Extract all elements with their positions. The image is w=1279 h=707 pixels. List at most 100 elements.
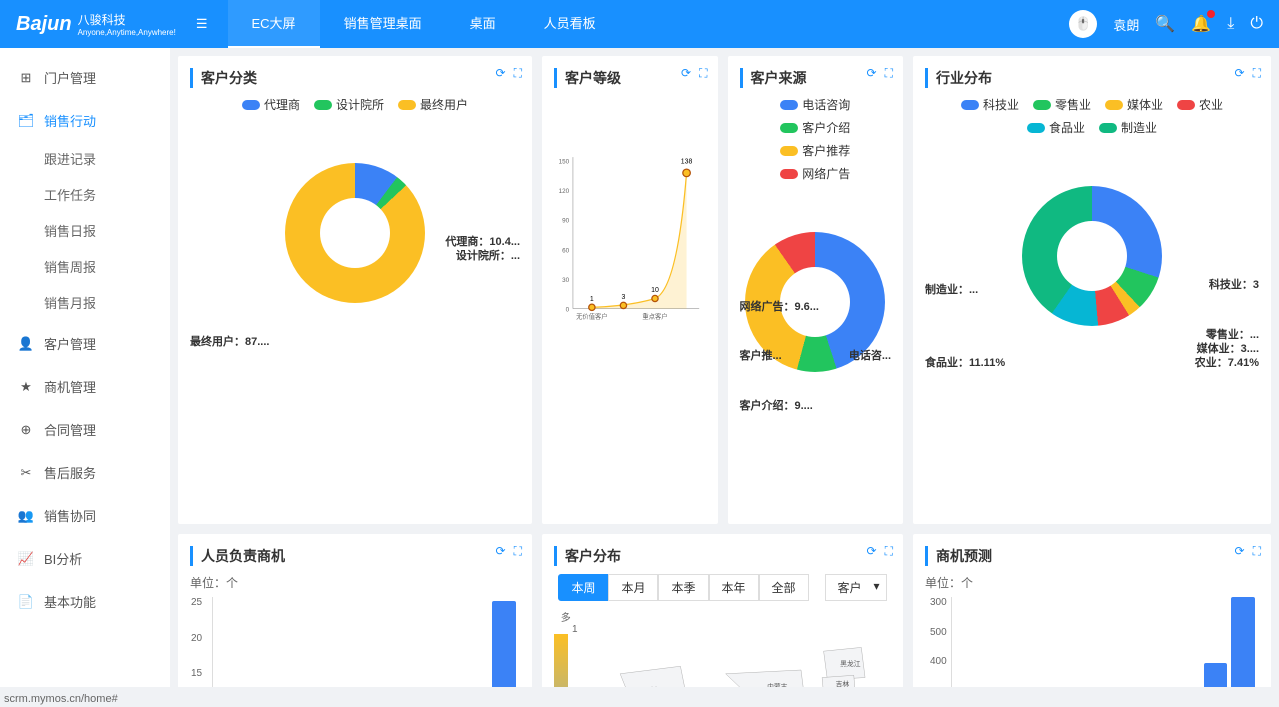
- refresh-icon[interactable]: ⟳: [867, 544, 877, 559]
- chart-label: 农业：7.41%: [1195, 354, 1259, 370]
- grad-max: 1: [572, 624, 578, 635]
- tab-people[interactable]: 人员看板: [520, 0, 620, 48]
- legend-label: 代理商: [264, 96, 300, 113]
- svg-text:150: 150: [559, 158, 570, 165]
- svg-text:90: 90: [562, 218, 570, 225]
- legend-label: 网络广告: [802, 165, 850, 182]
- sidebar-sub-daily[interactable]: 销售日报: [0, 214, 170, 250]
- seg-week[interactable]: 本周: [558, 574, 608, 601]
- legend-item[interactable]: 最终用户: [398, 96, 468, 113]
- header-right: 🖱️ 袁朗 🔍 🔔 ⤓ ⏻: [1069, 10, 1263, 38]
- sidebar-item-customer[interactable]: 👤客户管理: [0, 322, 170, 365]
- logo-text: Bajun: [16, 13, 72, 36]
- expand-icon[interactable]: ⛶: [885, 66, 893, 81]
- sidebar-item-sales-action[interactable]: 🗂销售行动: [0, 99, 170, 142]
- search-icon[interactable]: 🔍: [1155, 14, 1175, 34]
- sidebar-label: 售后服务: [44, 463, 96, 482]
- legend-item[interactable]: 科技业: [961, 96, 1019, 113]
- panel-title: 人员负责商机: [190, 546, 520, 566]
- expand-icon[interactable]: ⛶: [514, 66, 522, 81]
- sidebar-sub-follow[interactable]: 跟进记录: [0, 142, 170, 178]
- seg-year[interactable]: 本年: [709, 574, 759, 601]
- power-icon[interactable]: ⏻: [1250, 15, 1263, 33]
- expand-icon[interactable]: ⛶: [1253, 544, 1261, 559]
- tools-icon: ✂: [18, 465, 34, 481]
- refresh-icon[interactable]: ⟳: [1235, 544, 1245, 559]
- sidebar-label: 基本功能: [44, 592, 96, 611]
- seg-all[interactable]: 全部: [759, 574, 809, 601]
- legend-label: 农业: [1199, 96, 1223, 113]
- legend-item[interactable]: 零售业: [1033, 96, 1091, 113]
- bell-icon[interactable]: 🔔: [1191, 14, 1211, 34]
- chart-label: 制造业：...: [925, 281, 978, 297]
- bar-chart: 2520151050: [212, 597, 520, 687]
- header-tabs: EC大屏 销售管理桌面 桌面 人员看板: [228, 0, 620, 48]
- sidebar-item-portal[interactable]: ⊞门户管理: [0, 56, 170, 99]
- refresh-icon[interactable]: ⟳: [496, 544, 506, 559]
- sidebar-sub-task[interactable]: 工作任务: [0, 178, 170, 214]
- expand-icon[interactable]: ⛶: [885, 544, 893, 559]
- legend-label: 食品业: [1049, 119, 1085, 136]
- legend-item[interactable]: 农业: [1177, 96, 1223, 113]
- svg-text:无价值客户: 无价值客户: [576, 312, 607, 321]
- svg-text:1: 1: [590, 296, 594, 303]
- sidebar-label: BI分析: [44, 549, 82, 568]
- legend-label: 媒体业: [1127, 96, 1163, 113]
- sidebar-label: 合同管理: [44, 420, 96, 439]
- chart-label: 网络广告：9.6...: [740, 298, 819, 314]
- sidebar-item-business[interactable]: ★商机管理: [0, 365, 170, 408]
- donut-chart: 代理商：10.4... 设计院所：... 最终用户：87....: [190, 163, 520, 443]
- sidebar-item-contract[interactable]: ⊕合同管理: [0, 408, 170, 451]
- tab-sales-desktop[interactable]: 销售管理桌面: [320, 0, 446, 48]
- legend-label: 科技业: [983, 96, 1019, 113]
- legend-item[interactable]: 网络广告: [780, 165, 850, 182]
- legend-label: 制造业: [1121, 119, 1157, 136]
- panel-title: 商机预测: [925, 546, 1259, 566]
- legend-item[interactable]: 制造业: [1099, 119, 1157, 136]
- download-icon[interactable]: ⤓: [1227, 15, 1234, 33]
- sidebar-sub-monthly[interactable]: 销售月报: [0, 286, 170, 322]
- legend-label: 最终用户: [420, 96, 468, 113]
- expand-icon[interactable]: ⛶: [1253, 66, 1261, 81]
- map-select[interactable]: 客户 ▾: [825, 574, 887, 601]
- unit-label: 单位：个: [190, 574, 520, 591]
- panel-person-business: 人员负责商机 ⟳⛶ 单位：个 2520151050 成才伍六一小艺小度小爱马小帅…: [178, 534, 532, 687]
- tab-desktop[interactable]: 桌面: [446, 0, 520, 48]
- sidebar-item-basic[interactable]: 📄基本功能: [0, 580, 170, 623]
- sidebar-sub-weekly[interactable]: 销售周报: [0, 250, 170, 286]
- sidebar-item-coop[interactable]: 👥销售协同: [0, 494, 170, 537]
- sidebar-item-bi[interactable]: 📈BI分析: [0, 537, 170, 580]
- sidebar-label: 客户管理: [44, 334, 96, 353]
- panel-customer-source: 客户来源 ⟳⛶ 电话咨询 客户介绍 客户推荐 网络广告 网络广告：9.6... …: [728, 56, 904, 524]
- refresh-icon[interactable]: ⟳: [867, 66, 877, 81]
- logo: Bajun 八骏科技 Anyone,Anytime,Anywhere!: [16, 11, 176, 37]
- legend-item[interactable]: 客户推荐: [780, 142, 850, 159]
- status-url: scrm.mymos.cn/home#: [4, 693, 118, 705]
- avatar[interactable]: 🖱️: [1069, 10, 1097, 38]
- menu-toggle-icon[interactable]: ☰: [196, 16, 208, 32]
- seg-month[interactable]: 本月: [608, 574, 658, 601]
- user-name[interactable]: 袁朗: [1113, 15, 1139, 34]
- expand-icon[interactable]: ⛶: [699, 66, 707, 81]
- panel-business-forecast: 商机预测 ⟳⛶ 单位：个 3005004003002001000 成才伍六一史今…: [913, 534, 1271, 687]
- refresh-icon[interactable]: ⟳: [1235, 66, 1245, 81]
- donut-chart: 网络广告：9.6... 客户推... 客户介绍：9.... 电话咨...: [740, 232, 892, 512]
- refresh-icon[interactable]: ⟳: [681, 66, 691, 81]
- sidebar-label: 销售行动: [44, 111, 96, 130]
- seg-quarter[interactable]: 本季: [658, 574, 708, 601]
- chart-label: 客户推...: [740, 347, 782, 363]
- sidebar-item-aftersale[interactable]: ✂ 售后服务: [0, 451, 170, 494]
- sidebar-label: 门户管理: [44, 68, 96, 87]
- legend-item[interactable]: 客户介绍: [780, 119, 850, 136]
- tab-ec[interactable]: EC大屏: [228, 0, 320, 48]
- legend-item[interactable]: 电话咨询: [780, 96, 850, 113]
- legend-item[interactable]: 代理商: [242, 96, 300, 113]
- svg-text:黑龙江: 黑龙江: [840, 659, 861, 668]
- svg-text:重点客户: 重点客户: [642, 312, 667, 321]
- expand-icon[interactable]: ⛶: [514, 544, 522, 559]
- legend-item[interactable]: 食品业: [1027, 119, 1085, 136]
- legend-item[interactable]: 设计院所: [314, 96, 384, 113]
- gradient-legend: [554, 634, 568, 687]
- legend-item[interactable]: 媒体业: [1105, 96, 1163, 113]
- refresh-icon[interactable]: ⟳: [496, 66, 506, 81]
